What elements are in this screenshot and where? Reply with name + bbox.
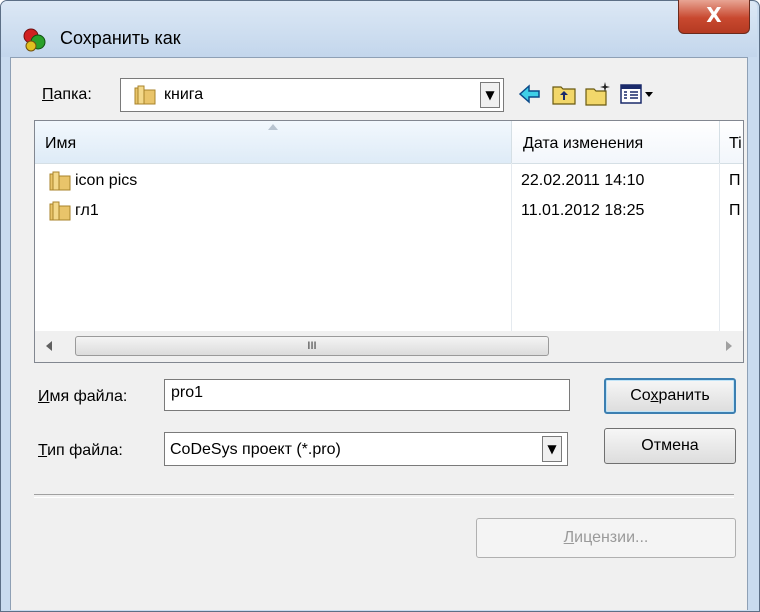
column-header-name-label: Имя: [45, 135, 77, 152]
filetype-dropdown-button[interactable]: ▼: [542, 436, 562, 462]
filetype-label: Тип файла:: [38, 442, 123, 459]
folder-icon: [134, 85, 156, 105]
row-type: П: [729, 202, 741, 219]
row-name: icon pics: [75, 172, 138, 189]
close-button[interactable]: X: [678, 0, 750, 34]
filename-label: Имя файла:: [38, 388, 128, 405]
folder-label: Папка:: [42, 86, 92, 103]
column-header-type[interactable]: Ti: [729, 135, 742, 153]
scroll-thumb[interactable]: III: [75, 336, 549, 356]
view-menu-icon[interactable]: [618, 80, 658, 108]
window-title: Сохранить как: [60, 28, 181, 48]
table-row[interactable]: гл1 11.01.2012 18:25 П: [35, 199, 743, 225]
file-list[interactable]: Имя Дата изменения Ti icon pics 22.02.20…: [34, 120, 744, 363]
scroll-left-icon[interactable]: [45, 340, 53, 352]
row-date: 22.02.2011 14:10: [521, 172, 645, 189]
horizontal-scrollbar[interactable]: III: [34, 331, 744, 363]
table-row[interactable]: icon pics 22.02.2011 14:10 П: [35, 169, 743, 195]
folder-dropdown-button[interactable]: ▼: [480, 82, 500, 108]
scroll-right-icon[interactable]: [725, 340, 733, 352]
new-folder-icon[interactable]: [584, 80, 612, 108]
license-button[interactable]: Лицензии...: [476, 518, 736, 558]
row-name: гл1: [75, 202, 99, 219]
chevron-down-icon: ▼: [485, 88, 495, 102]
column-header-date[interactable]: Дата изменения: [523, 135, 643, 153]
folder-combo-value: книга: [164, 86, 204, 103]
row-date: 11.01.2012 18:25: [521, 202, 645, 219]
folder-icon: [49, 201, 71, 221]
sort-ascending-icon: [268, 124, 278, 130]
folder-icon: [49, 171, 71, 191]
save-button[interactable]: Сохранить: [604, 378, 736, 414]
close-icon: X: [706, 3, 722, 27]
chevron-down-icon: ▼: [547, 442, 557, 456]
app-icon: [23, 28, 46, 52]
back-arrow-icon[interactable]: [516, 80, 544, 108]
up-folder-icon[interactable]: [550, 80, 578, 108]
cancel-button[interactable]: Отмена: [604, 428, 736, 464]
grip-icon: III: [307, 340, 317, 352]
separator: [34, 494, 734, 498]
row-type: П: [729, 172, 741, 189]
column-divider[interactable]: [719, 121, 720, 163]
filetype-value: CoDeSys проект (*.pro): [170, 441, 341, 458]
filename-input[interactable]: pro1: [164, 379, 570, 411]
